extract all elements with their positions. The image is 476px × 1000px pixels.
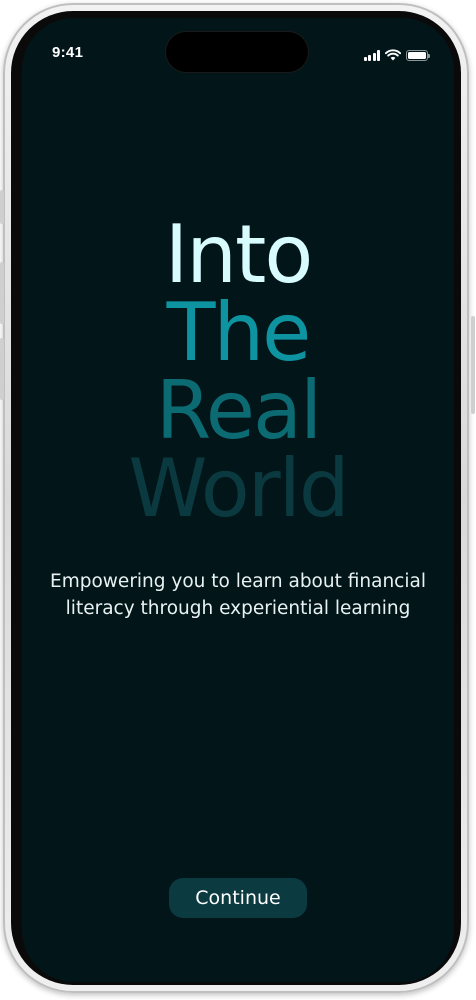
hero-line-real: Real xyxy=(155,364,322,457)
status-time: 9:41 xyxy=(52,44,84,61)
volume-down-button xyxy=(0,338,4,400)
dynamic-island xyxy=(166,32,308,72)
signal-icon xyxy=(363,50,380,61)
power-button xyxy=(471,316,475,414)
volume-up-button xyxy=(0,262,4,324)
battery-icon xyxy=(406,50,430,61)
app-screen: 9:41 Into The Real World Empowering you … xyxy=(22,18,454,982)
wifi-icon xyxy=(384,46,402,65)
hero-title: Into The Real World xyxy=(22,208,454,535)
continue-button[interactable]: Continue xyxy=(169,878,307,918)
hero-line-into: Into xyxy=(164,208,314,301)
status-icons xyxy=(363,46,430,65)
action-button xyxy=(0,190,4,224)
hero-line-the: The xyxy=(166,286,312,379)
tagline: Empowering you to learn about financial … xyxy=(50,571,426,619)
hero-line-world: World xyxy=(128,442,349,535)
